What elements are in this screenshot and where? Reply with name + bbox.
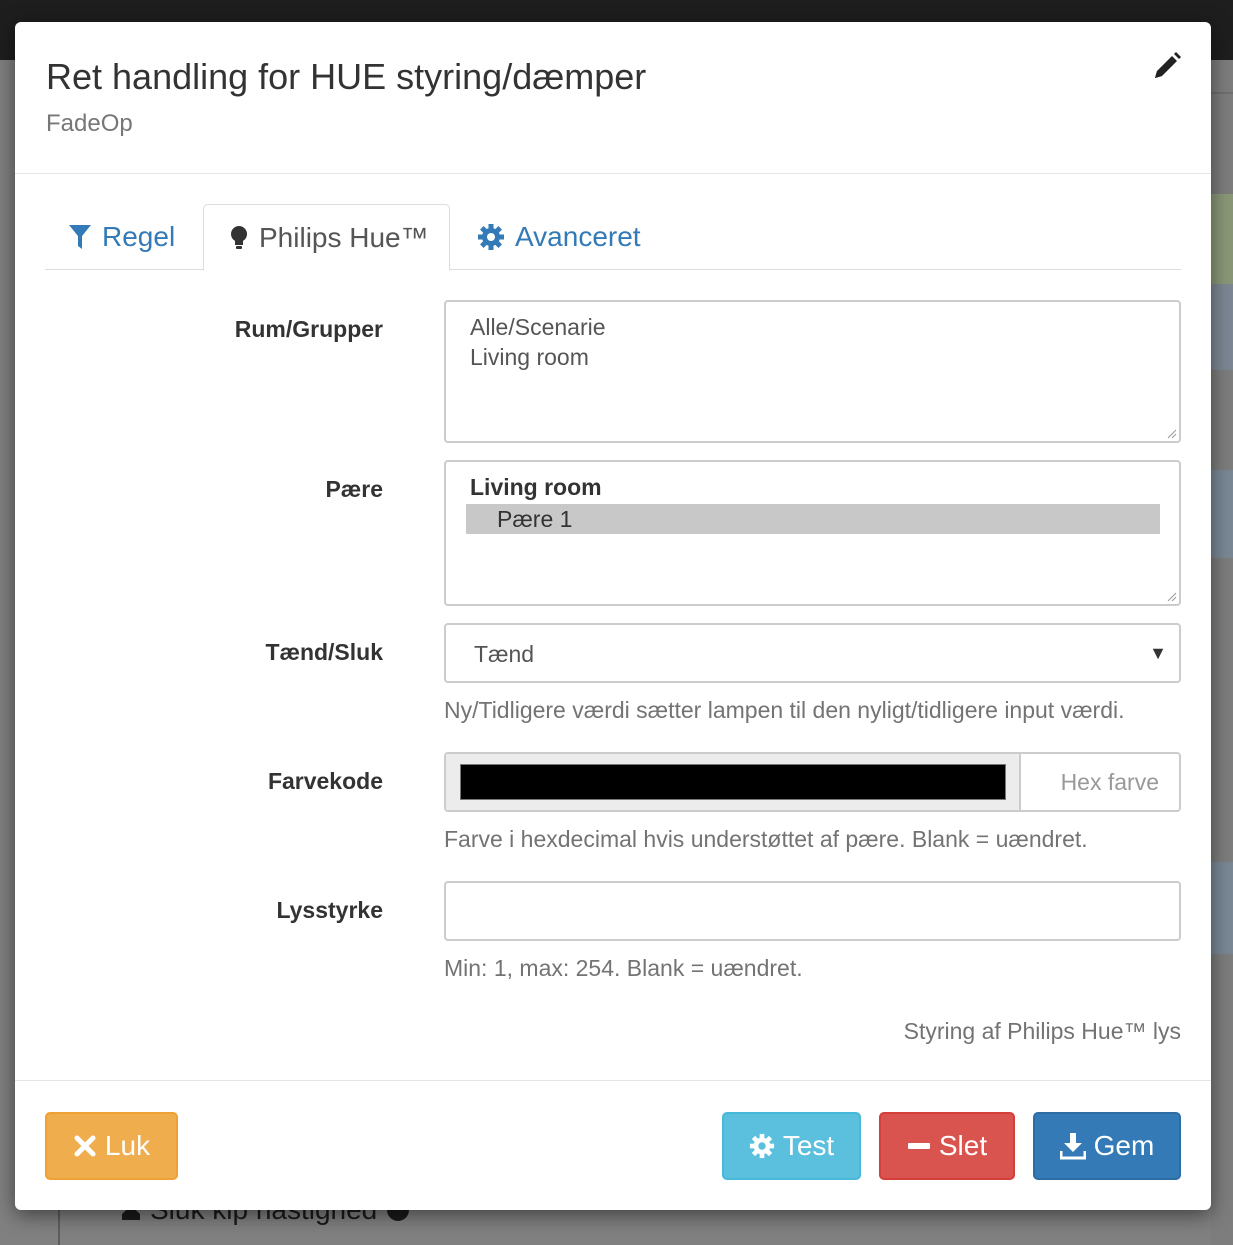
modal-footer: Luk Test Slet Gem — [15, 1080, 1211, 1210]
delete-button-label: Slet — [938, 1130, 988, 1161]
close-button-label: Luk — [104, 1130, 151, 1161]
color-label: Farvekode — [267, 768, 383, 794]
tab-label: Regel — [102, 221, 176, 252]
lightbulb-icon — [231, 225, 247, 249]
close-button[interactable]: Luk — [45, 1112, 178, 1180]
backdrop-band — [1211, 194, 1233, 284]
rooms-option[interactable]: Living room — [470, 344, 589, 371]
close-icon — [74, 1135, 96, 1157]
test-button[interactable]: Test — [722, 1112, 861, 1180]
save-button[interactable]: Gem — [1033, 1112, 1181, 1180]
bulb-optgroup-label: Living room — [470, 474, 602, 500]
backdrop-band — [1211, 862, 1233, 954]
save-button-label: Gem — [1093, 1130, 1155, 1161]
filter-icon — [69, 225, 91, 249]
color-swatch[interactable] — [460, 764, 1006, 800]
brightness-label: Lysstyrke — [276, 897, 383, 923]
bulb-listbox[interactable]: Living room Pære 1 — [444, 460, 1181, 606]
modal-subtitle: FadeOp — [46, 110, 133, 137]
caret-down-icon: ▼ — [1149, 643, 1167, 663]
resize-grip-icon[interactable] — [1167, 429, 1177, 439]
edit-action-modal: Ret handling for HUE styring/dæmper Fade… — [15, 22, 1211, 1210]
color-picker[interactable] — [446, 754, 1021, 810]
backdrop-band — [1211, 470, 1233, 558]
onoff-help: Ny/Tidligere værdi sætter lampen til den… — [444, 697, 1125, 723]
brightness-input[interactable] — [444, 881, 1181, 941]
tab-philips-hue[interactable]: Philips Hue™ — [203, 204, 450, 271]
modal-header: Ret handling for HUE styring/dæmper Fade… — [15, 22, 1211, 174]
backdrop-divider — [58, 1205, 60, 1245]
bulb-option-selected[interactable]: Pære 1 — [466, 504, 1160, 534]
tab-regel[interactable]: Regel — [68, 204, 175, 270]
minus-icon — [907, 1143, 930, 1149]
tab-label: Philips Hue™ — [259, 221, 429, 253]
bulb-label: Pære — [325, 476, 383, 502]
tab-footnote: Styring af Philips Hue™ lys — [903, 1018, 1181, 1044]
test-button-label: Test — [782, 1130, 835, 1161]
backdrop-band — [1211, 92, 1233, 94]
gear-icon — [478, 224, 504, 250]
delete-button[interactable]: Slet — [879, 1112, 1015, 1180]
color-input-group: Hex farve — [444, 752, 1181, 812]
backdrop-band — [1211, 284, 1233, 370]
gear-icon — [749, 1133, 774, 1159]
color-help: Farve i hexdecimal hvis understøttet af … — [444, 826, 1088, 852]
resize-grip-icon[interactable] — [1167, 592, 1177, 602]
onoff-select-value: Tænd — [474, 641, 535, 667]
tab-label: Avanceret — [515, 221, 641, 252]
tab-avanceret[interactable]: Avanceret — [477, 204, 641, 270]
onoff-select[interactable]: Tænd ▼ — [444, 623, 1181, 683]
onoff-label: Tænd/Sluk — [265, 639, 383, 665]
tab-bar: Regel Philips Hue™ Avanceret — [45, 204, 1181, 271]
pencil-icon[interactable] — [1151, 50, 1183, 82]
brightness-help: Min: 1, max: 254. Blank = uændret. — [444, 955, 803, 981]
hex-color-addon: Hex farve — [1060, 769, 1159, 795]
modal-title: Ret handling for HUE styring/dæmper — [46, 56, 647, 97]
rooms-option[interactable]: Alle/Scenarie — [470, 314, 606, 341]
rooms-label: Rum/Grupper — [234, 316, 383, 342]
rooms-listbox[interactable]: Alle/Scenarie Living room — [444, 300, 1181, 443]
download-icon — [1059, 1133, 1086, 1160]
